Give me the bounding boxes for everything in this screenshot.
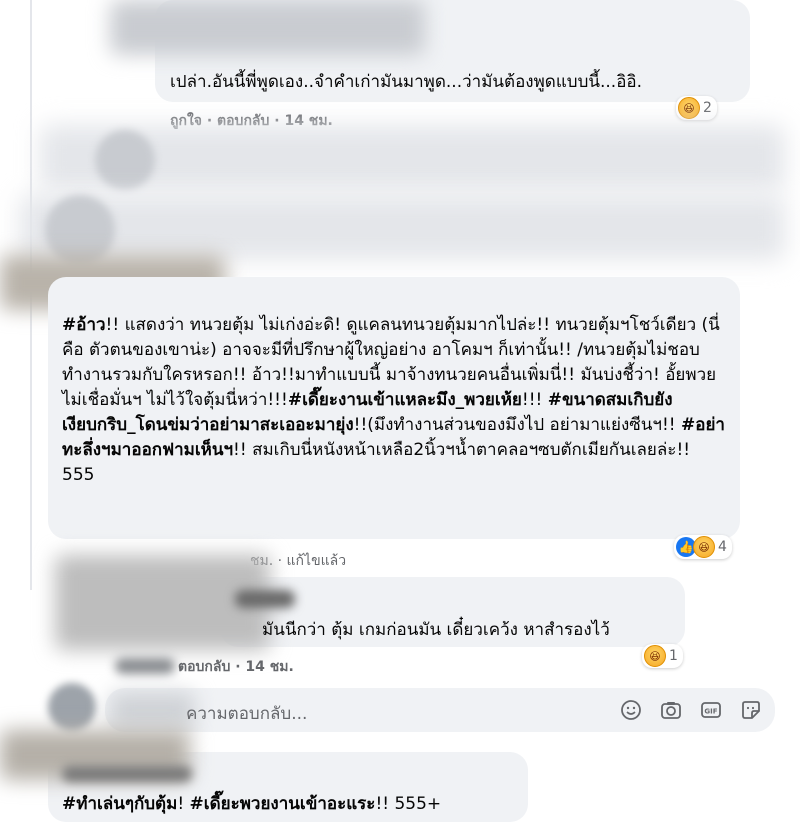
- svg-text:GIF: GIF: [704, 708, 717, 716]
- reaction-count: 4: [718, 539, 727, 555]
- text-seg: #เดี๊ยะงานเข้าแหละมึง_พวยเห้ย: [287, 390, 522, 410]
- sticker-icon[interactable]: [738, 697, 764, 723]
- action-prefix-blurred: [115, 658, 175, 674]
- comment-actions[interactable]: ตอบกลับ · 14 ชม.: [178, 656, 294, 678]
- reaction-count: 2: [703, 100, 712, 116]
- reply-placeholder: ความตอบกลับ...: [186, 704, 308, 724]
- placeholder-prefix-blurred: [110, 692, 195, 728]
- current-user-avatar: [48, 683, 96, 731]
- comment-text: #ทำเล่นๆกับตุ้ม! #เดี๊ยะพวยงานเข้าอะแระ!…: [62, 792, 441, 817]
- author-name-blurred: [110, 0, 425, 55]
- text-seg: #อ้าว: [62, 315, 106, 335]
- text-seg: #เดี๊ยะพวยงานเข้าอะแระ: [189, 794, 376, 814]
- author-name-blurred: [62, 766, 192, 782]
- reaction-summary[interactable]: 😆 2: [676, 96, 717, 120]
- emoji-icon[interactable]: [618, 697, 644, 723]
- text-seg: !!!: [521, 390, 548, 410]
- haha-reaction-icon: 😆: [693, 536, 715, 558]
- text-seg: !!(มึงทำงานส่วนของมึงไป อย่ามาแย่งซีนฯ!!: [353, 415, 681, 435]
- comment-text: มันนีกว่า ตุ้ม เกมก่อนมัน เดี๋ยวเคว้ง หา…: [262, 620, 610, 640]
- thread-line-branch: [30, 560, 32, 590]
- text-seg: !! 555+: [375, 794, 442, 814]
- haha-reaction-icon: 😆: [644, 645, 666, 667]
- comment-text-main: #อ้าว!! แสดงว่า ทนวยตุ้ม ไม่เก่งอ่ะดิ! ด…: [62, 313, 727, 488]
- reaction-summary[interactable]: 😆 1: [642, 644, 683, 668]
- reaction-summary[interactable]: 👍 😆 4: [674, 535, 732, 559]
- avatar: [95, 130, 155, 190]
- camera-icon[interactable]: [658, 697, 684, 723]
- author-name-blurred: [235, 590, 295, 608]
- reaction-count: 1: [669, 648, 678, 664]
- blurred-comment: [20, 195, 785, 260]
- haha-reaction-icon: 😆: [678, 97, 700, 119]
- text-seg: !: [177, 794, 190, 814]
- gif-icon[interactable]: GIF: [698, 697, 724, 723]
- text-seg: #ทำเล่นๆกับตุ้ม: [62, 794, 178, 814]
- comment-text: เปล่า.อันนี้พี่พูดเอง..จำคำเก่ามันมาพูด.…: [170, 72, 643, 92]
